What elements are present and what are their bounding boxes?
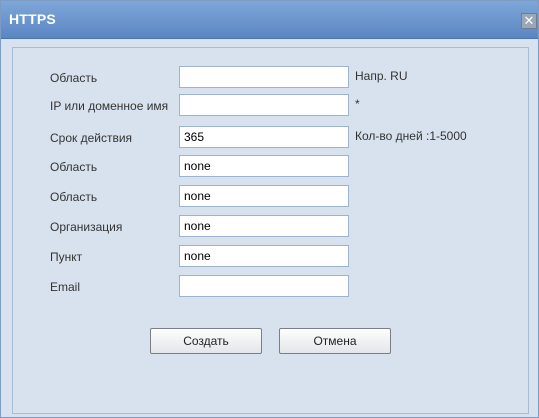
ip-domain-label: IP или доменное имя <box>50 99 169 113</box>
form-row-email: Email <box>13 275 528 299</box>
close-icon[interactable]: ✕ <box>521 13 537 29</box>
ip-domain-input[interactable] <box>179 94 349 116</box>
country-input[interactable] <box>179 66 349 88</box>
form-row-country: Область Напр. RU <box>13 66 528 90</box>
validity-input[interactable] <box>179 126 349 148</box>
create-button[interactable]: Создать <box>150 328 262 354</box>
form-row-unit: Пункт <box>13 245 528 269</box>
validity-hint: Кол-во дней :1-5000 <box>355 129 467 143</box>
email-label: Email <box>50 280 81 294</box>
unit-input[interactable] <box>179 245 349 267</box>
form-panel: Область Напр. RU IP или доменное имя * С… <box>12 47 529 414</box>
locality-label: Область <box>50 190 98 204</box>
validity-label: Срок действия <box>50 131 133 145</box>
form-row-ip-domain: IP или доменное имя * <box>13 94 528 118</box>
state-input[interactable] <box>179 155 349 177</box>
state-label: Область <box>50 160 98 174</box>
form-row-locality: Область <box>13 185 528 209</box>
locality-input[interactable] <box>179 185 349 207</box>
https-dialog: HTTPS ✕ Область Напр. RU IP или доменное… <box>0 0 539 418</box>
form-row-validity: Срок действия Кол-во дней :1-5000 <box>13 126 528 150</box>
organization-label: Организация <box>50 220 123 234</box>
form-row-organization: Организация <box>13 215 528 239</box>
email-input[interactable] <box>179 275 349 297</box>
organization-input[interactable] <box>179 215 349 237</box>
country-hint: Напр. RU <box>355 69 408 83</box>
cancel-button[interactable]: Отмена <box>279 328 391 354</box>
title-bar: HTTPS ✕ <box>1 1 538 39</box>
unit-label: Пункт <box>50 250 83 264</box>
form-row-state: Область <box>13 155 528 179</box>
dialog-title: HTTPS <box>9 11 56 27</box>
country-label: Область <box>50 71 98 85</box>
required-marker: * <box>355 97 360 111</box>
